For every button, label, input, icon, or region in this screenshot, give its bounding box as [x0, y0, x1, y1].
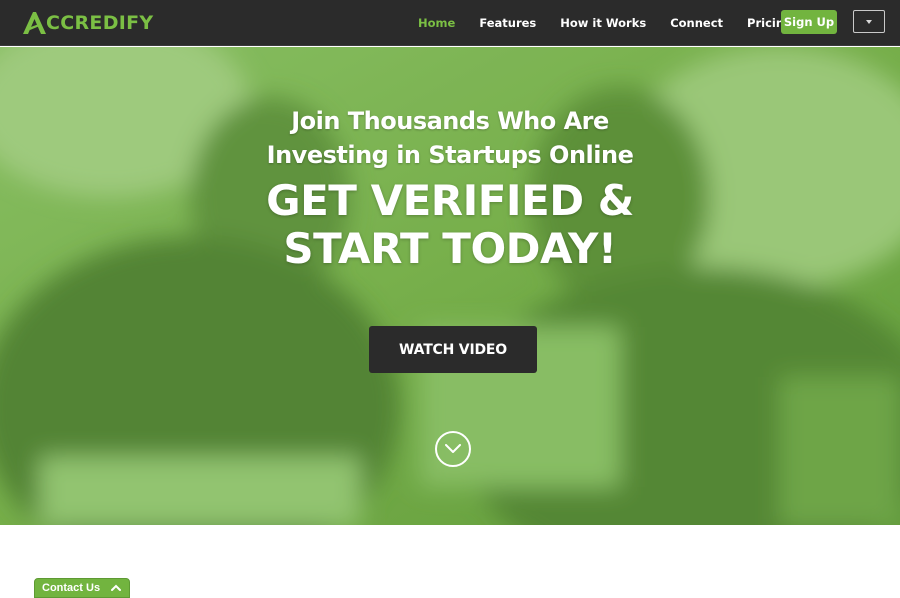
main-nav: Home Features How it Works Connect Prici…	[418, 0, 816, 46]
brand-logo[interactable]: CCREDIFY	[22, 11, 153, 35]
watch-video-button[interactable]: WATCH VIDEO	[369, 326, 537, 373]
nav-home[interactable]: Home	[418, 16, 455, 30]
logo-mark-icon	[23, 12, 46, 34]
brand-name: CCREDIFY	[46, 12, 154, 34]
caret-down-icon	[866, 19, 872, 24]
nav-how-it-works[interactable]: How it Works	[560, 16, 646, 30]
chevron-down-icon	[445, 444, 461, 453]
chevron-up-icon	[111, 584, 121, 591]
hero-subtitle-line-2: Investing in Startups Online	[266, 141, 634, 169]
scroll-down-button[interactable]	[435, 431, 471, 467]
hero-section: Join Thousands Who Are Investing in Star…	[0, 47, 900, 525]
signup-button[interactable]: Sign Up	[781, 10, 837, 34]
hero-subtitle-line-1: Join Thousands Who Are	[291, 107, 609, 135]
contact-us-label: Contact Us	[42, 582, 101, 594]
hero-title-line-1: GET VERIFIED &	[266, 176, 634, 225]
hero-title-line-2: START TODAY!	[283, 224, 617, 273]
hero-subtitle: Join Thousands Who Are Investing in Star…	[0, 104, 900, 172]
contact-us-tab[interactable]: Contact Us	[34, 578, 130, 598]
hero-title: GET VERIFIED & START TODAY!	[0, 177, 900, 273]
navbar: CCREDIFY Home Features How it Works Conn…	[0, 0, 900, 46]
nav-connect[interactable]: Connect	[670, 16, 723, 30]
nav-features[interactable]: Features	[479, 16, 536, 30]
nav-dropdown-button[interactable]	[853, 10, 885, 33]
hero-content: Join Thousands Who Are Investing in Star…	[0, 47, 900, 525]
